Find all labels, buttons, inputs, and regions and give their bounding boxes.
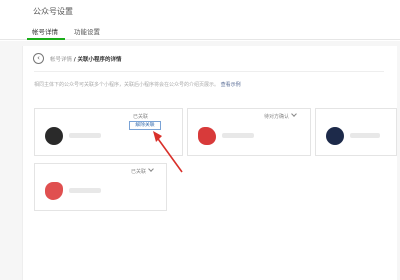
breadcrumb: 帐号详情 / 关联小程序的详情: [50, 55, 122, 63]
page-title: 公众号设置: [33, 7, 73, 16]
breadcrumb-separator: /: [73, 57, 76, 63]
miniprogram-name: [350, 133, 380, 138]
divider: [34, 71, 384, 72]
breadcrumb-parent[interactable]: 帐号详情: [50, 57, 72, 63]
status-label: 待对方确认: [264, 114, 290, 120]
miniprogram-card: 已关联: [34, 163, 167, 211]
notice-text: 相同主体下的公众号可关联多个小程序，关联后小程序将会在公众号的介绍页展示。 查看…: [34, 81, 241, 88]
miniprogram-name: [69, 133, 101, 138]
back-button[interactable]: ‹: [33, 53, 44, 64]
tab-bar: 帐号详情 功能设置: [0, 24, 400, 40]
miniprogram-name: [69, 188, 101, 193]
annotation-arrow-icon: [153, 131, 183, 173]
status-label: 已关联: [131, 169, 147, 175]
miniprogram-avatar: [326, 127, 344, 145]
miniprogram-avatar: [198, 127, 216, 145]
miniprogram-card: 待对方确认: [187, 108, 311, 156]
tab-account-details[interactable]: 帐号详情: [32, 26, 58, 36]
arrow-shaft: [155, 135, 183, 173]
view-example-link[interactable]: 查看示例: [221, 82, 241, 88]
miniprogram-card: [315, 108, 397, 156]
arrow-head: [153, 131, 162, 142]
notice-body: 相同主体下的公众号可关联多个小程序，关联后小程序将会在公众号的介绍页展示。: [34, 82, 220, 88]
breadcrumb-current: 关联小程序的详情: [77, 57, 122, 63]
tab-feature-settings[interactable]: 功能设置: [74, 26, 100, 36]
status-label: 已关联: [133, 114, 149, 120]
active-tab-indicator: [27, 38, 65, 40]
status-dropdown[interactable]: 待对方确认: [264, 111, 297, 120]
miniprogram-avatar: [45, 127, 63, 145]
chevron-left-icon: ‹: [37, 54, 40, 62]
chevron-down-icon: [291, 111, 297, 117]
miniprogram-name: [222, 133, 254, 138]
miniprogram-avatar: [45, 182, 63, 200]
